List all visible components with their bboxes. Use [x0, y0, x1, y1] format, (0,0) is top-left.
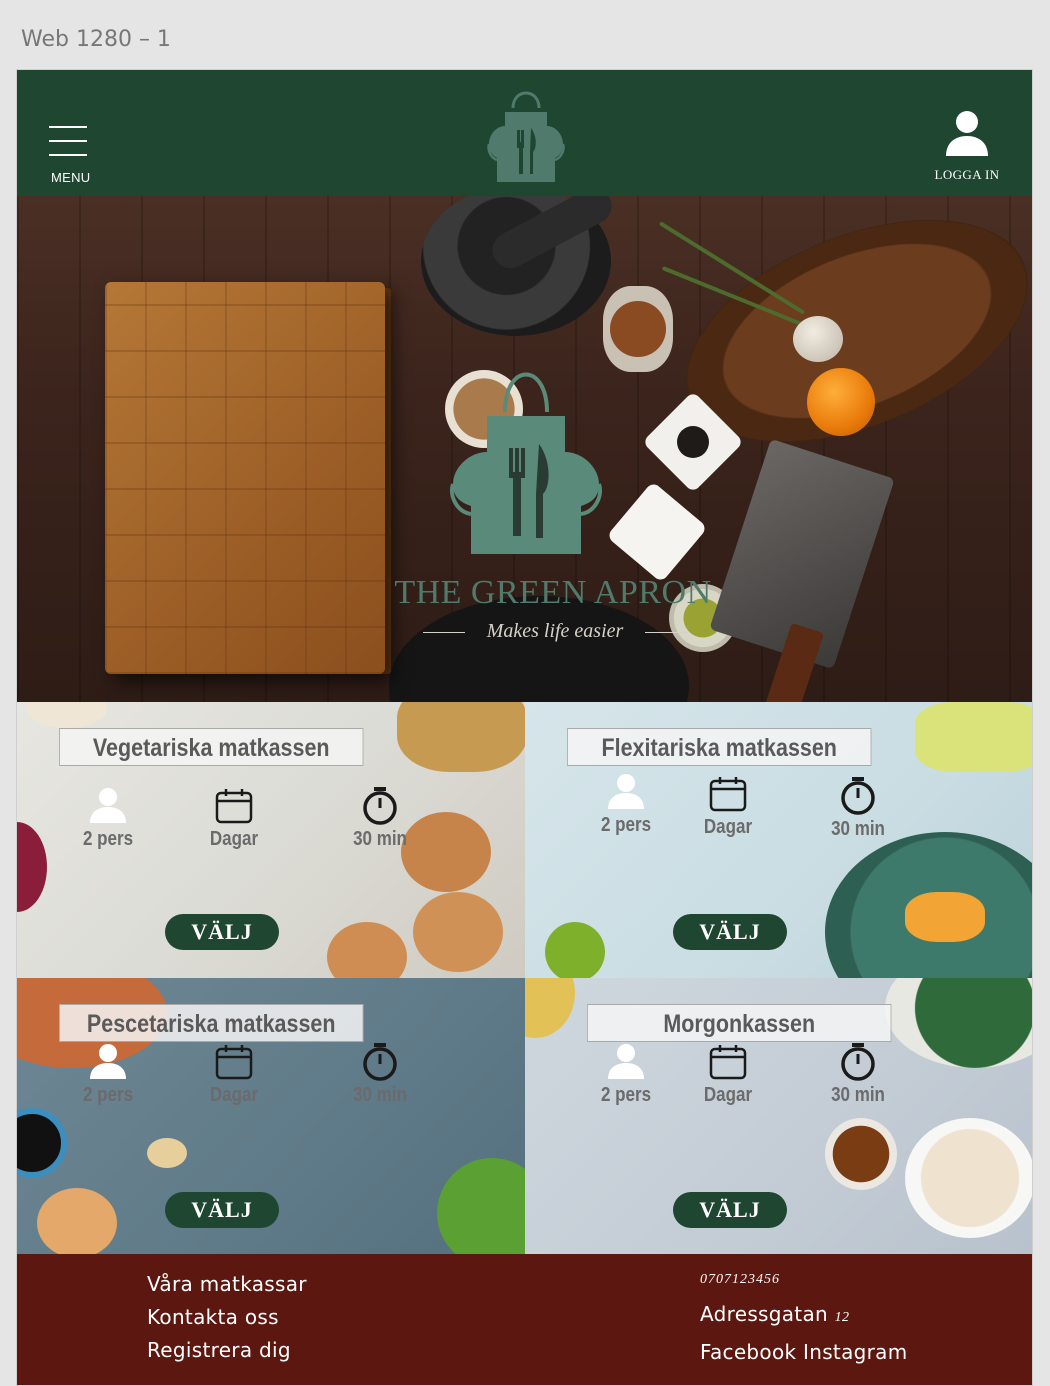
card-title: Flexitariska matkassen	[567, 728, 872, 766]
menu-label: MENU	[51, 170, 91, 185]
choose-button[interactable]: VÄLJ	[165, 1192, 279, 1228]
hamburger-icon	[49, 126, 87, 128]
social-links[interactable]: Facebook Instagram	[700, 1340, 907, 1364]
footer-link-register[interactable]: Registrera dig	[147, 1338, 291, 1362]
food-deco	[545, 922, 605, 978]
time-stat: 30 min	[813, 776, 903, 841]
orange-image	[807, 368, 875, 436]
persons-stat: 2 pers	[581, 772, 671, 837]
footer-link-our-bags[interactable]: Våra matkassar	[147, 1272, 307, 1296]
time-stat: 30 min	[335, 786, 425, 851]
food-deco	[147, 1138, 187, 1168]
person-icon	[608, 774, 644, 809]
person-icon	[90, 788, 126, 823]
apron-icon[interactable]	[483, 82, 569, 186]
food-deco	[915, 702, 1032, 772]
time-label: 30 min	[831, 818, 885, 840]
stopwatch-icon	[363, 787, 397, 825]
person-icon	[90, 1044, 126, 1079]
phone-number: 0707123456	[700, 1272, 780, 1287]
brand-tagline: Makes life easier	[423, 620, 687, 643]
stopwatch-icon	[363, 1043, 397, 1081]
food-deco	[17, 822, 47, 912]
hero-banner: THE GREEN APRON Makes life easier	[17, 196, 1032, 702]
time-stat: 30 min	[813, 1042, 903, 1107]
persons-label: 2 pers	[600, 1084, 652, 1106]
stopwatch-icon	[841, 1043, 875, 1081]
time-label: 30 min	[353, 1084, 407, 1106]
choose-button[interactable]: VÄLJ	[673, 1192, 787, 1228]
choose-button[interactable]: VÄLJ	[673, 914, 787, 950]
time-label: 30 min	[353, 828, 407, 850]
brand-title: THE GREEN APRON	[394, 574, 712, 611]
food-deco	[525, 978, 575, 1038]
time-label: 30 min	[831, 1084, 885, 1106]
food-deco	[27, 702, 107, 728]
user-icon	[946, 111, 988, 156]
hamburger-icon-line	[49, 140, 87, 142]
persons-stat: 2 pers	[581, 1042, 671, 1107]
footer-link-contact[interactable]: Kontakta oss	[147, 1305, 279, 1329]
address-number: 12	[834, 1310, 850, 1325]
choose-button[interactable]: VÄLJ	[165, 914, 279, 950]
address-street: Adressgatan	[700, 1302, 828, 1326]
days-label: Dagar	[209, 828, 259, 850]
stopwatch-icon	[841, 777, 875, 815]
salt-dish-image	[606, 481, 708, 583]
calendar-icon	[215, 789, 253, 824]
food-deco	[825, 1118, 897, 1190]
hamburger-icon-line	[49, 154, 87, 156]
days-stat: Dagar	[189, 1042, 279, 1107]
calendar-icon	[709, 1045, 747, 1080]
food-deco	[17, 1108, 67, 1178]
card-title: Vegetariska matkassen	[59, 728, 364, 766]
persons-stat: 2 pers	[63, 786, 153, 851]
product-card-morning: Morgonkassen 2 pers Dagar 30 min VÄLJ	[525, 978, 1032, 1254]
apron-logo-icon	[450, 372, 602, 554]
food-deco	[905, 1118, 1032, 1238]
address: Adressgatan 12	[700, 1302, 849, 1326]
page-frame: MENU LOGGA IN THE GREEN APRON Makes life…	[16, 69, 1033, 1386]
days-stat: Dagar	[683, 1042, 773, 1107]
product-card-flexitarian: Flexitariska matkassen 2 pers Dagar 30 m…	[525, 702, 1032, 978]
food-deco	[437, 1158, 525, 1254]
days-label: Dagar	[209, 1084, 259, 1106]
cutting-board-image	[105, 282, 385, 674]
persons-label: 2 pers	[82, 828, 134, 850]
card-title: Morgonkassen	[587, 1004, 892, 1042]
food-deco	[397, 702, 525, 772]
card-title: Pescetariska matkassen	[59, 1004, 364, 1042]
days-label: Dagar	[703, 1084, 753, 1106]
artboard-label: Web 1280 – 1	[21, 27, 171, 52]
product-card-vegetarian: Vegetariska matkassen 2 pers Dagar 30 mi…	[17, 702, 525, 978]
food-deco	[413, 892, 503, 972]
person-icon	[608, 1044, 644, 1079]
garlic-image	[793, 316, 843, 362]
food-deco	[885, 978, 1032, 1068]
product-card-pescetarian: Pescetariska matkassen 2 pers Dagar 30 m…	[17, 978, 525, 1254]
days-stat: Dagar	[189, 786, 279, 851]
persons-label: 2 pers	[600, 814, 652, 836]
persons-label: 2 pers	[82, 1084, 134, 1106]
days-label: Dagar	[703, 816, 753, 838]
top-navigation-bar: MENU LOGGA IN	[17, 70, 1032, 196]
login-button[interactable]: LOGGA IN	[929, 108, 1005, 188]
footer: Våra matkassar Kontakta oss Registrera d…	[17, 1254, 1032, 1385]
calendar-icon	[709, 777, 747, 812]
food-deco	[327, 922, 407, 978]
food-deco	[37, 1188, 117, 1254]
spice-jar-image	[603, 286, 673, 372]
calendar-icon	[215, 1045, 253, 1080]
menu-button[interactable]: MENU	[49, 126, 91, 186]
persons-stat: 2 pers	[63, 1042, 153, 1107]
login-label: LOGGA IN	[934, 167, 1000, 182]
food-deco	[905, 892, 985, 942]
days-stat: Dagar	[683, 774, 773, 839]
time-stat: 30 min	[335, 1042, 425, 1107]
